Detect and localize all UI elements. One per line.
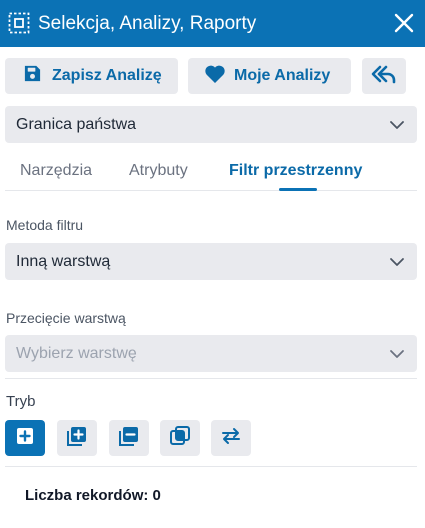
- record-count-value: 0: [152, 487, 161, 504]
- layer-intersection-placeholder: Wybierz warstwę: [16, 345, 137, 362]
- selection-icon: [8, 12, 30, 34]
- save-analysis-button[interactable]: Zapisz Analizę: [5, 58, 178, 94]
- swap-selection-button[interactable]: [211, 420, 251, 456]
- add-to-selection-button[interactable]: [57, 420, 97, 456]
- new-selection-icon: [15, 426, 35, 451]
- active-tab-indicator: [279, 188, 317, 191]
- add-to-selection-icon: [66, 425, 88, 452]
- new-selection-button[interactable]: [5, 420, 45, 456]
- intersect-selection-button[interactable]: [160, 420, 200, 456]
- filter-method-label: Metoda filtru: [6, 217, 84, 233]
- panel-header: Selekcja, Analizy, Raporty: [0, 0, 425, 47]
- remove-from-selection-button[interactable]: [109, 420, 149, 456]
- tab-tools[interactable]: Narzędzia: [20, 161, 92, 181]
- floppy-disk-icon: [23, 64, 42, 88]
- layer-intersection-label: Przecięcie warstwą: [6, 310, 126, 326]
- swap-selection-icon: [220, 427, 242, 450]
- heart-icon: [204, 64, 226, 89]
- panel-title: Selekcja, Analizy, Raporty: [38, 13, 257, 34]
- tab-bar: Narzędzia Atrybuty Filtr przestrzenny: [5, 155, 417, 191]
- chevron-down-icon: [389, 117, 405, 133]
- filter-method-select[interactable]: Inną warstwą: [5, 243, 417, 280]
- remove-from-selection-icon: [118, 425, 140, 452]
- layer-select[interactable]: Granica państwa: [5, 106, 417, 143]
- tab-spatial-filter[interactable]: Filtr przestrzenny: [229, 161, 362, 181]
- my-analyses-button[interactable]: Moje Analizy: [188, 58, 351, 94]
- reply-all-icon: [371, 64, 397, 89]
- section-divider: [5, 466, 417, 467]
- record-count: Liczba rekordów: 0: [25, 486, 161, 506]
- close-icon[interactable]: [393, 12, 415, 34]
- chevron-down-icon: [389, 346, 405, 362]
- section-divider: [5, 378, 417, 379]
- tab-attributes[interactable]: Atrybuty: [129, 161, 188, 181]
- intersect-selection-icon: [169, 425, 191, 452]
- record-count-label: Liczba rekordów:: [25, 487, 149, 504]
- my-analyses-label: Moje Analizy: [234, 67, 331, 84]
- layer-select-value: Granica państwa: [16, 116, 137, 133]
- filter-method-value: Inną warstwą: [16, 253, 111, 270]
- layer-intersection-select[interactable]: Wybierz warstwę: [5, 335, 417, 372]
- back-button[interactable]: [362, 58, 406, 94]
- mode-label: Tryb: [6, 393, 36, 410]
- chevron-down-icon: [389, 254, 405, 270]
- save-analysis-label: Zapisz Analizę: [52, 67, 162, 84]
